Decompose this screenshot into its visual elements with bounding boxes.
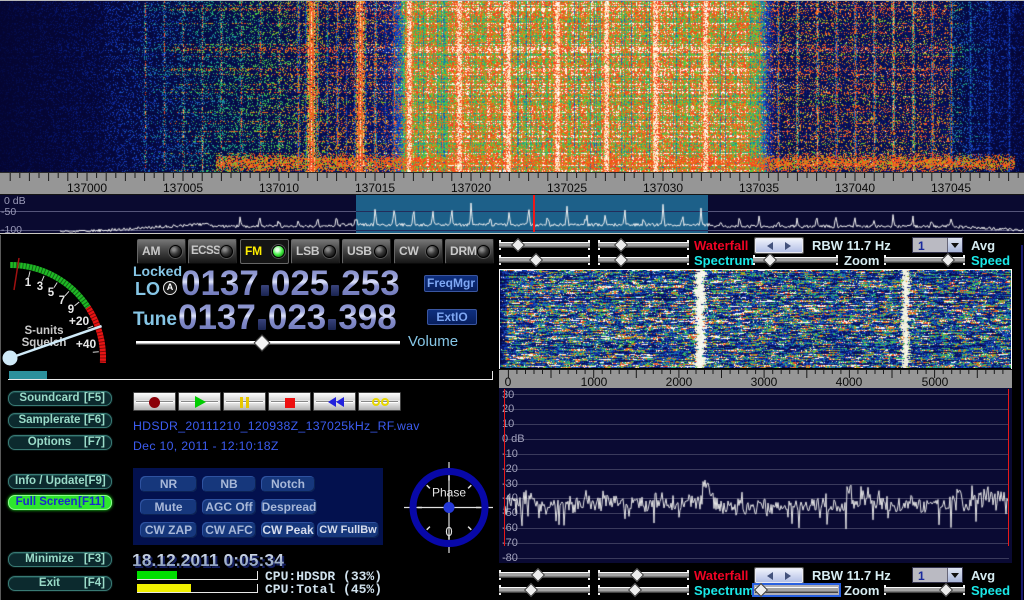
svg-text:0: 0: [445, 524, 452, 539]
svg-text:3: 3: [37, 281, 43, 293]
svg-text:7: 7: [59, 295, 65, 307]
svg-text:+40: +40: [76, 337, 97, 351]
svg-text:Phase: Phase: [432, 486, 466, 500]
svg-text:1: 1: [25, 277, 32, 289]
svg-text:+20: +20: [69, 314, 90, 328]
svg-text:5: 5: [48, 287, 55, 299]
svg-text:S-units: S-units: [25, 325, 64, 337]
